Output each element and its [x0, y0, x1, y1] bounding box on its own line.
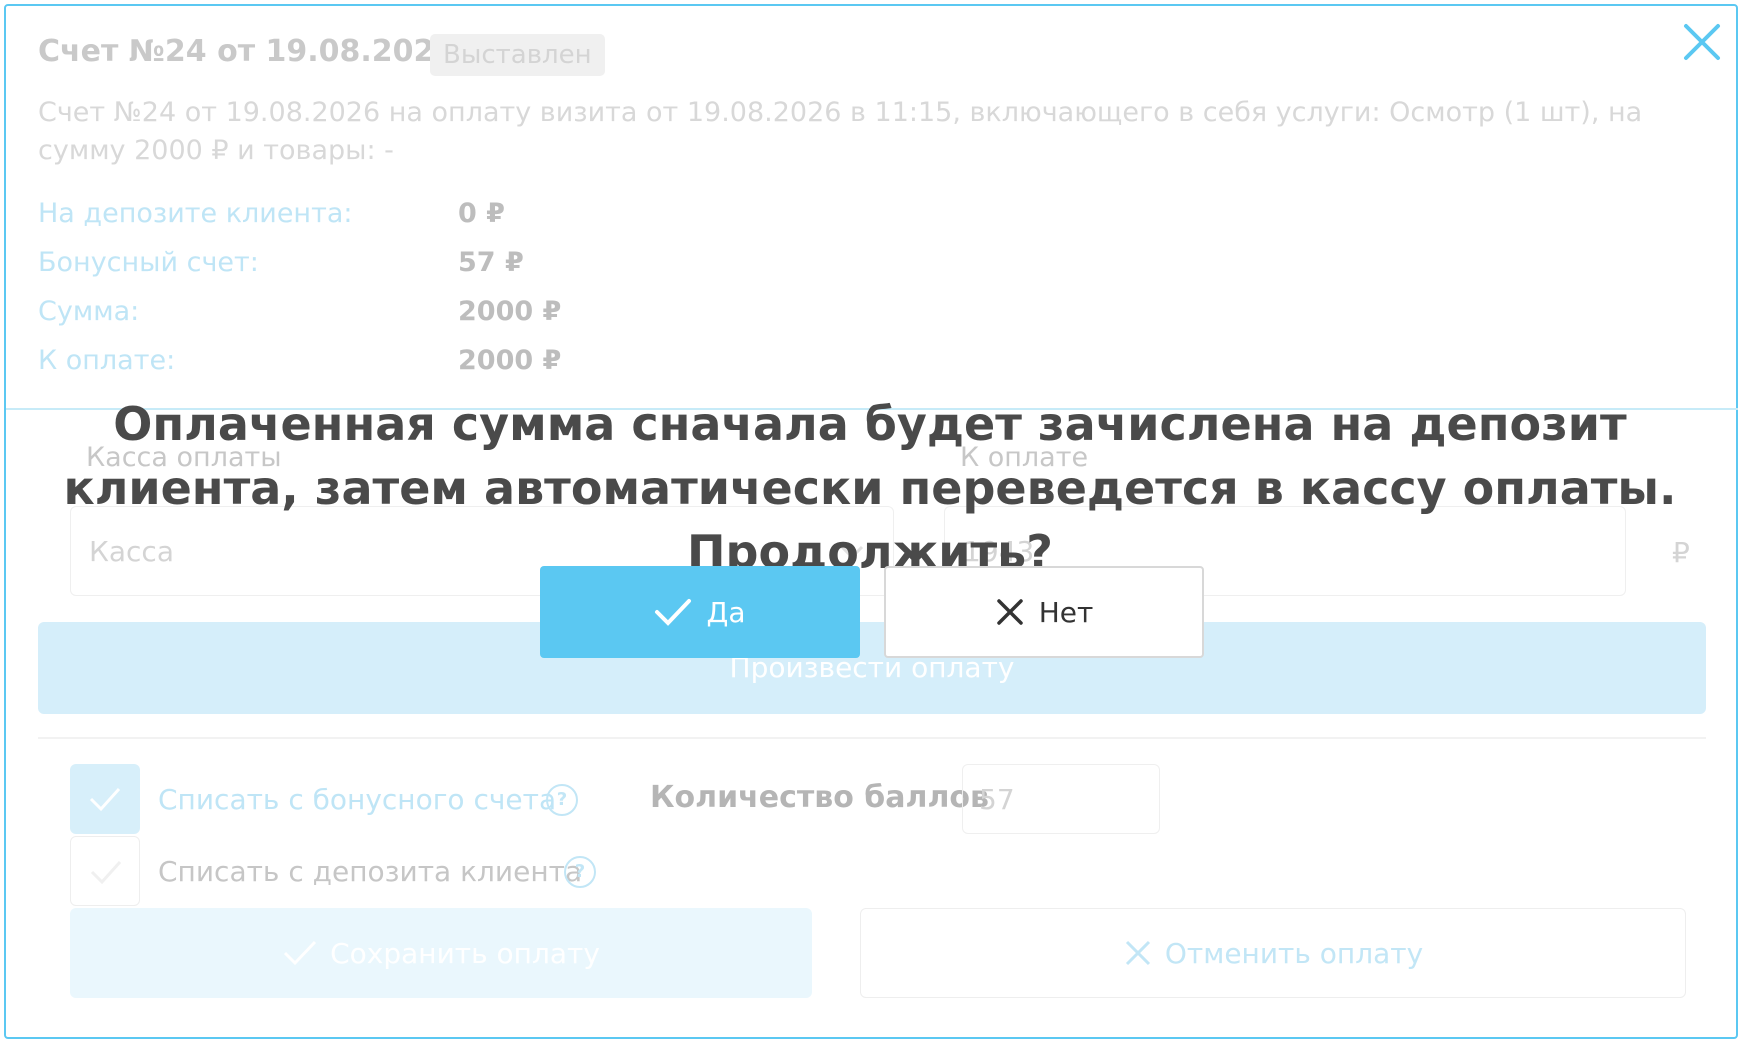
bonus-account-label: Бонусный счет:	[38, 247, 259, 278]
help-icon[interactable]: ?	[564, 856, 596, 888]
bonus-checkbox-label[interactable]: Списать с бонусного счета	[158, 783, 556, 816]
yes-button[interactable]: Да	[540, 566, 860, 658]
no-button[interactable]: Нет	[884, 566, 1204, 658]
divider	[38, 737, 1706, 739]
check-icon	[89, 787, 121, 812]
invoice-title: Счет №24 от 19.08.2026	[38, 34, 456, 69]
points-value: 57	[979, 783, 1015, 816]
sum-value: 2000 ₽	[458, 296, 562, 327]
deposit-checkbox-label[interactable]: Списать с депозита клиента	[158, 855, 582, 888]
make-payment-label: Произвести оплату	[729, 651, 1015, 684]
confirm-question: Оплаченная сумма сначала будет зачислена…	[63, 397, 1677, 579]
to-pay-value: 2000 ₽	[458, 345, 562, 376]
save-payment-button[interactable]: Сохранить оплату	[70, 908, 812, 998]
deposit-checkbox[interactable]	[70, 836, 140, 906]
cross-icon	[1125, 940, 1150, 966]
deposit-value: 0 ₽	[458, 198, 505, 229]
save-payment-label: Сохранить оплату	[330, 936, 600, 970]
check-icon	[284, 940, 317, 966]
deposit-label: На депозите клиента:	[38, 198, 353, 229]
points-label: Количество баллов	[650, 780, 990, 815]
to-pay-label: К оплате:	[38, 345, 176, 376]
invoice-description: Счет №24 от 19.08.2026 на оплату визита …	[38, 97, 1643, 166]
check-icon	[90, 860, 122, 885]
bonus-account-value: 57 ₽	[458, 247, 524, 278]
cross-icon	[996, 599, 1023, 625]
yes-button-label: Да	[706, 595, 746, 629]
no-button-label: Нет	[1038, 595, 1094, 629]
status-badge: Выставлен	[430, 34, 605, 76]
cancel-payment-button[interactable]: Отменить оплату	[860, 908, 1686, 998]
help-icon[interactable]: ?	[546, 784, 578, 816]
sum-label: Сумма:	[38, 296, 140, 327]
points-input[interactable]: 57	[962, 764, 1160, 834]
close-icon[interactable]	[1680, 20, 1724, 64]
check-icon	[655, 599, 692, 626]
cancel-payment-label: Отменить оплату	[1164, 936, 1424, 970]
bonus-checkbox[interactable]	[70, 764, 140, 834]
